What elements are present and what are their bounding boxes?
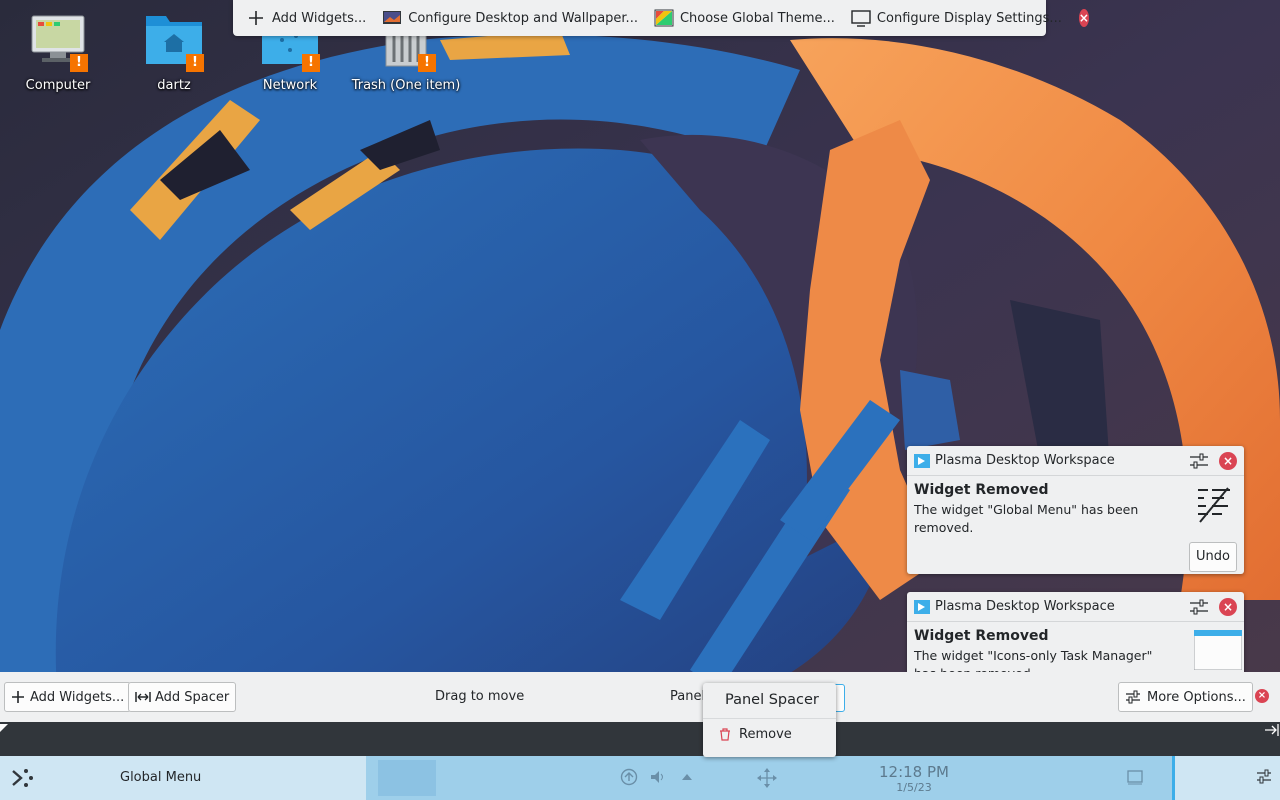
clock-date[interactable]: 1/5/23 <box>878 781 950 794</box>
plasma-app-icon <box>914 599 930 614</box>
desktop-icon-label: Network <box>262 78 318 93</box>
notification-close-icon[interactable]: × <box>1219 597 1237 616</box>
more-options-label: More Options... <box>1147 689 1246 705</box>
show-hidden-icons-chevron-icon[interactable] <box>678 768 696 786</box>
panel-edit-toolbar: Add Widgets... Add Spacer Drag to move P… <box>0 672 1280 722</box>
notification-title: Widget Removed <box>914 482 1049 498</box>
warning-badge-icon: ! <box>418 54 436 72</box>
toolbox-add-widgets-button[interactable]: Add Widgets... <box>241 4 371 32</box>
spacer-icon <box>135 692 151 702</box>
panel-height-label: Panel <box>670 689 706 704</box>
warning-badge-icon: ! <box>186 54 204 72</box>
application-launcher-icon[interactable] <box>9 765 35 791</box>
wallpaper-icon <box>382 9 402 27</box>
volume-tray-icon[interactable] <box>649 768 667 786</box>
plasma-app-icon <box>914 453 930 468</box>
desktop-icon-computer[interactable]: ! Computer <box>0 10 116 93</box>
panel-spacer-widget[interactable] <box>378 760 436 796</box>
warning-badge-icon: ! <box>70 54 88 72</box>
toolbox-choose-theme-button[interactable]: Choose Global Theme... <box>649 4 840 32</box>
panel-ruler[interactable] <box>0 722 1280 756</box>
clock-time[interactable]: 12:18 PM <box>878 763 950 781</box>
notification-text: The widget "Global Menu" has been remove… <box>914 502 1139 535</box>
notification-close-icon[interactable]: × <box>1219 451 1237 470</box>
toolbox-configure-desktop-label: Configure Desktop and Wallpaper... <box>408 10 638 26</box>
drag-to-move-hint[interactable]: Drag to move <box>435 689 524 704</box>
show-desktop-icon[interactable] <box>1126 768 1144 786</box>
remove-label: Remove <box>739 727 792 742</box>
global-menu-icon <box>1194 484 1234 524</box>
settings-sliders-icon <box>1126 690 1140 704</box>
warning-badge-icon: ! <box>302 54 320 72</box>
remove-menu-item[interactable]: Remove <box>703 719 836 742</box>
undo-button[interactable]: Undo <box>1189 542 1237 572</box>
notification-app-name: Plasma Desktop Workspace <box>935 453 1115 468</box>
popup-title: Panel Spacer <box>703 683 836 719</box>
desktop-icon-label: dartz <box>157 78 191 93</box>
configure-notification-icon[interactable] <box>1189 599 1209 615</box>
desktop-icon-label: Trash (One item) <box>351 78 461 93</box>
desktop-toolbox: Add Widgets... Configure Desktop and Wal… <box>233 0 1089 36</box>
panel-spacer-popup-menu: Panel Spacer Remove <box>703 683 836 757</box>
more-options-button[interactable]: More Options... <box>1118 682 1253 712</box>
desktop-icon-label: Computer <box>25 78 91 93</box>
notification-global-menu-removed: Plasma Desktop Workspace × Widget Remove… <box>907 446 1244 574</box>
toolbox-choose-theme-label: Choose Global Theme... <box>679 10 835 26</box>
plus-icon <box>246 9 266 27</box>
bottom-panel: Global Menu 12:18 PM 1/5/23 <box>0 756 1280 800</box>
toolbox-add-widgets-label: Add Widgets... <box>272 10 367 26</box>
panel-add-widgets-label: Add Widgets... <box>30 689 125 705</box>
ruler-min-handle-icon[interactable] <box>0 724 10 734</box>
monitor-icon <box>851 9 871 27</box>
configure-notification-icon[interactable] <box>1189 453 1209 469</box>
panel-configure-icon[interactable] <box>1256 769 1274 787</box>
toolbox-configure-display-button[interactable]: Configure Display Settings... <box>846 4 1067 32</box>
notification-title: Widget Removed <box>914 628 1049 644</box>
add-spacer-label: Add Spacer <box>155 689 230 705</box>
notification-header: Plasma Desktop Workspace × <box>907 592 1244 622</box>
panel-add-widgets-button[interactable]: Add Widgets... <box>4 682 132 712</box>
close-panel-edit-icon[interactable]: × <box>1255 689 1269 703</box>
window-icon <box>1193 629 1243 671</box>
move-handle-icon[interactable] <box>756 767 778 789</box>
plus-icon <box>12 691 24 703</box>
ruler-max-handle-icon[interactable] <box>1264 722 1280 738</box>
home-folder-icon: ! <box>142 10 206 72</box>
computer-icon: ! <box>26 10 90 72</box>
toolbox-configure-desktop-button[interactable]: Configure Desktop and Wallpaper... <box>377 4 643 32</box>
updates-tray-icon[interactable] <box>620 768 638 786</box>
toolbox-configure-display-label: Configure Display Settings... <box>876 10 1062 26</box>
add-spacer-button[interactable]: Add Spacer <box>128 682 237 712</box>
trash-remove-icon <box>720 728 730 741</box>
notification-header: Plasma Desktop Workspace × <box>907 446 1244 476</box>
desktop-icon-home[interactable]: ! dartz <box>116 10 232 93</box>
toolbox-close-icon[interactable]: × <box>1078 9 1089 27</box>
notification-app-name: Plasma Desktop Workspace <box>935 599 1115 614</box>
notification-task-manager-removed: Plasma Desktop Workspace × Widget Remove… <box>907 592 1244 676</box>
global-menu-label[interactable]: Global Menu <box>120 770 201 785</box>
theme-palette-icon <box>654 9 674 27</box>
